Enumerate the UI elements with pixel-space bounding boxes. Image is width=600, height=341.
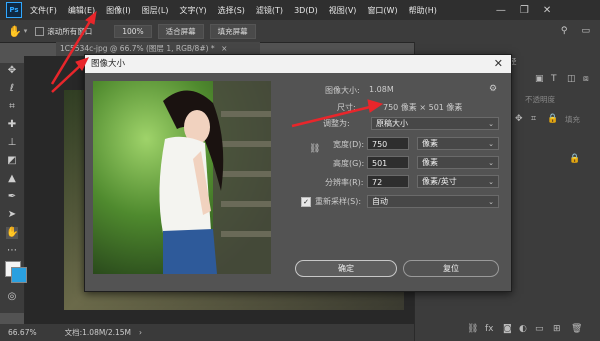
annotation-arrow-size (291, 105, 371, 128)
annotation-arrowhead-size (367, 99, 384, 113)
annotation-arrows (50, 10, 384, 128)
annotation-arrowhead-menu (85, 10, 97, 25)
